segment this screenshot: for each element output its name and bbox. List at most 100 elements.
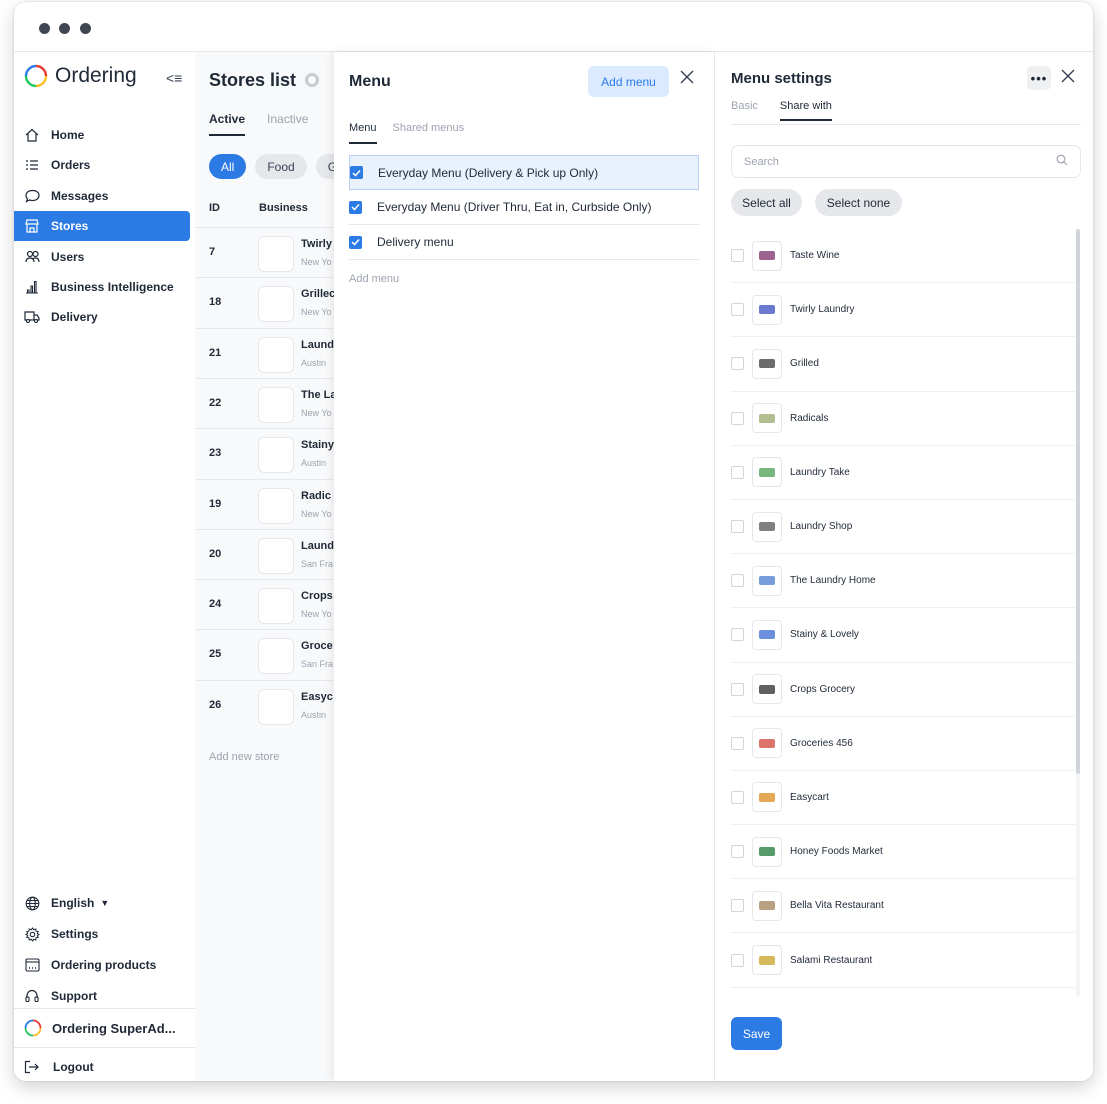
list-item[interactable]: Grilled (731, 337, 1077, 392)
add-menu-button[interactable]: Add menu (588, 66, 669, 97)
logout-button[interactable]: Logout (14, 1052, 195, 1081)
checkbox[interactable] (731, 411, 744, 425)
language-label: English (51, 896, 95, 911)
table-row[interactable]: 21 Laund Austin (195, 327, 335, 378)
sidebar-item-ordering-products[interactable]: Ordering products (14, 950, 195, 981)
caret-down-icon: ▼ (100, 898, 110, 909)
search-input[interactable]: Search (731, 145, 1081, 178)
checkbox[interactable] (731, 736, 744, 750)
tab-active[interactable]: Active (209, 112, 246, 136)
sidebar-item-delivery[interactable]: Delivery (14, 302, 195, 332)
sidebar-item-label: Delivery (51, 310, 98, 325)
checkbox[interactable] (731, 465, 744, 479)
table-row[interactable]: 18 Grillec New Yo (195, 277, 335, 327)
close-icon[interactable] (1061, 67, 1075, 88)
list-item[interactable]: Laundry Take (731, 446, 1077, 500)
add-new-store-link[interactable]: Add new store (209, 751, 279, 763)
store-name: Radic (301, 489, 331, 502)
checkbox[interactable] (731, 953, 744, 967)
save-button[interactable]: Save (731, 1017, 782, 1050)
checkbox[interactable] (731, 574, 744, 588)
add-menu-link[interactable]: Add menu (349, 273, 399, 285)
store-city: Austin (301, 458, 327, 469)
checkbox-checked-icon[interactable] (350, 166, 363, 179)
sidebar-item-settings[interactable]: Settings (14, 919, 195, 950)
sidebar-item-label: Messages (51, 188, 109, 203)
store-logo (258, 437, 294, 474)
table-row[interactable]: 22 The La New Yo (195, 377, 335, 428)
sidebar-item-label: Home (51, 128, 85, 142)
store-id: 24 (209, 598, 222, 611)
checkbox[interactable] (731, 249, 744, 263)
table-row[interactable]: 26 Easyc Austin (195, 679, 335, 730)
help-icon[interactable] (305, 73, 320, 87)
store-logo (258, 487, 294, 524)
list-item[interactable]: Groceries 456 (731, 717, 1077, 771)
tab-shared-menus[interactable]: Shared menus (393, 122, 465, 144)
table-row[interactable]: 20 Laund San Fra (195, 528, 335, 579)
filter-chip-g[interactable]: G (315, 154, 335, 179)
sidebar-item-messages[interactable]: Messages (14, 181, 195, 211)
store-id: 22 (209, 396, 222, 409)
table-row[interactable]: 25 Groce San Fra (195, 629, 335, 679)
sidebar-item-support[interactable]: Support (14, 981, 195, 1012)
close-icon[interactable] (680, 68, 694, 89)
filter-chip-food[interactable]: Food (255, 154, 307, 179)
menu-list-item[interactable]: Everyday Menu (Driver Thru, Eat in, Curb… (349, 190, 699, 225)
scrollbar-thumb[interactable] (1076, 229, 1080, 774)
sidebar-item-users[interactable]: Users (14, 242, 195, 272)
list-item[interactable]: Easycart (731, 771, 1077, 826)
checkbox[interactable] (731, 357, 744, 371)
table-row[interactable]: 23 Stainy Austin (195, 428, 335, 478)
checkbox-checked-icon[interactable] (349, 235, 362, 249)
list-item[interactable]: Taste Wine (731, 229, 1077, 284)
checkbox[interactable] (731, 303, 744, 317)
store-logo (258, 236, 294, 272)
scrollbar[interactable] (1076, 229, 1080, 996)
list-item[interactable]: Bella Vita Restaurant (731, 879, 1077, 934)
app-logo[interactable]: Ordering (24, 64, 137, 88)
checkbox[interactable] (731, 899, 744, 913)
checkbox[interactable] (731, 790, 744, 804)
filter-chip-all[interactable]: All (209, 154, 247, 179)
tab-menu[interactable]: Menu (349, 122, 377, 144)
sidebar-collapse-icon[interactable]: <≡ (166, 70, 182, 86)
business-name: The Laundry Home (790, 575, 876, 587)
table-row[interactable]: 19 Radic New Yo (195, 478, 335, 529)
sidebar-item-home[interactable]: Home (14, 120, 195, 150)
list-item[interactable]: Salami Restaurant (731, 933, 1077, 988)
menu-list-item[interactable]: Everyday Menu (Delivery & Pick up Only) (349, 155, 699, 190)
sidebar-bottom-nav: English ▼ Settings Ordering products Sup… (14, 888, 195, 1012)
tab-inactive[interactable]: Inactive (267, 112, 308, 136)
list-item[interactable]: Honey Foods Market (731, 825, 1077, 880)
menu-settings-title: Menu settings (731, 70, 832, 87)
tab-share-with[interactable]: Share with (779, 100, 832, 121)
store-name: Grillec (301, 288, 335, 301)
checkbox[interactable] (731, 682, 744, 696)
sidebar-item-orders[interactable]: Orders (14, 150, 195, 180)
user-profile[interactable]: Ordering SuperAd... (14, 1008, 195, 1048)
select-all-button[interactable]: Select all (731, 189, 802, 216)
store-id: 20 (209, 547, 222, 560)
checkbox[interactable] (731, 628, 744, 642)
checkbox[interactable] (731, 520, 744, 534)
checkbox-checked-icon[interactable] (349, 200, 362, 214)
more-options-button[interactable]: ••• (1027, 66, 1051, 90)
list-item[interactable]: Stainy & Lovely (731, 608, 1077, 663)
list-item[interactable]: Laundry Shop (731, 500, 1077, 555)
select-none-button[interactable]: Select none (815, 189, 902, 216)
checkbox[interactable] (731, 845, 744, 859)
user-name: Ordering SuperAd... (52, 1020, 176, 1036)
list-item[interactable]: Crops Grocery (731, 663, 1077, 717)
menu-list-item[interactable]: Delivery menu (349, 225, 699, 260)
sidebar-item-stores[interactable]: Stores (14, 211, 190, 242)
sidebar-item-business-intelligence[interactable]: Business Intelligence (14, 272, 195, 302)
list-item[interactable]: The Laundry Home (731, 554, 1077, 609)
list-item[interactable]: Twirly Laundry (731, 283, 1077, 338)
table-row[interactable]: 7 Twirly New Yo (195, 227, 335, 277)
globe-icon (24, 895, 40, 911)
list-item[interactable]: Radicals (731, 392, 1077, 446)
table-row[interactable]: 24 Crops New Yo (195, 579, 335, 629)
language-selector[interactable]: English ▼ (14, 888, 195, 919)
tab-basic[interactable]: Basic (731, 100, 758, 121)
